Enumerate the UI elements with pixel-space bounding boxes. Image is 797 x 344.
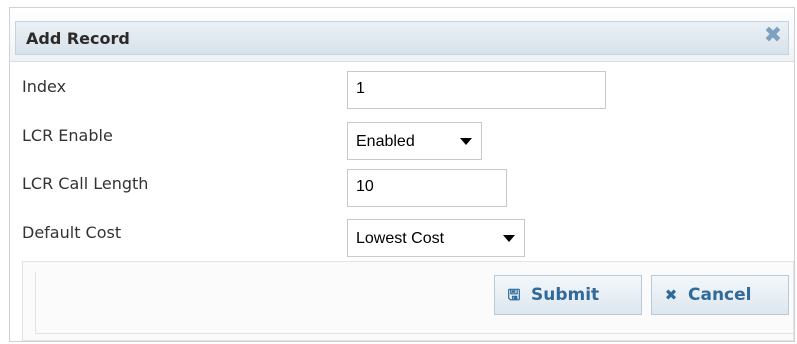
cancel-button-label: Cancel: [688, 285, 752, 305]
form-row-default-cost: Default Cost Lowest Cost: [10, 215, 796, 257]
form-row-lcr-call-length: LCR Call Length 10: [10, 166, 796, 207]
lcr-call-length-label: LCR Call Length: [22, 174, 149, 193]
close-icon[interactable]: ✖: [762, 25, 784, 47]
chevron-down-icon: [503, 235, 515, 242]
cancel-button[interactable]: ✖ Cancel: [651, 275, 789, 315]
lcr-enable-value: Enabled: [356, 133, 415, 150]
lcr-enable-select[interactable]: Enabled: [347, 122, 482, 160]
lcr-enable-label: LCR Enable: [22, 126, 113, 145]
default-cost-value: Lowest Cost: [356, 230, 445, 247]
form-row-lcr-enable: LCR Enable Enabled: [10, 118, 796, 160]
close-icon: ✖: [664, 286, 678, 304]
index-input[interactable]: 1: [347, 71, 606, 109]
dialog-title-bar: Add Record ✖: [10, 8, 794, 62]
submit-button-label: Submit: [531, 285, 600, 305]
index-label: Index: [22, 77, 67, 96]
chevron-down-icon: [460, 138, 472, 145]
default-cost-select[interactable]: Lowest Cost: [347, 219, 525, 257]
form-row-index: Index 1: [10, 69, 796, 109]
submit-button[interactable]: 🖫 Submit: [494, 275, 642, 315]
add-record-dialog: Add Record ✖ Index 1 LCR Enable Enabled …: [9, 7, 795, 342]
save-icon: 🖫: [507, 286, 521, 304]
dialog-title: Add Record: [26, 29, 130, 48]
default-cost-label: Default Cost: [22, 223, 122, 242]
dialog-header: Add Record ✖: [15, 21, 789, 55]
lcr-call-length-input[interactable]: 10: [347, 169, 507, 207]
